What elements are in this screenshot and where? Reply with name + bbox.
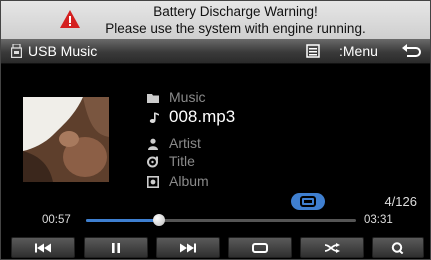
repeat-icon <box>252 242 268 253</box>
next-icon <box>180 243 196 252</box>
album-art <box>23 97 109 182</box>
track-filename: 008.mp3 <box>169 107 236 126</box>
search-icon <box>391 241 404 254</box>
progress-fill <box>86 219 159 222</box>
playback-controls <box>1 235 430 259</box>
folder-icon <box>147 94 159 103</box>
previous-icon <box>35 243 51 252</box>
warning-banner: Battery Discharge Warning! Please use th… <box>1 1 430 39</box>
header-bar: USB Music :Menu <box>1 39 430 64</box>
music-note-icon <box>149 112 159 123</box>
pause-button[interactable] <box>84 237 148 258</box>
current-time: 00:57 <box>42 214 71 226</box>
pause-icon <box>112 242 120 253</box>
next-button[interactable] <box>156 237 220 258</box>
album-icon <box>147 176 159 188</box>
shuffle-button[interactable] <box>300 237 364 258</box>
previous-button[interactable] <box>11 237 75 258</box>
artist-icon <box>148 138 158 150</box>
warning-title: Battery Discharge Warning! <box>153 4 318 19</box>
total-time: 03:31 <box>364 214 393 226</box>
repeat-status-badge <box>291 193 325 210</box>
artist-name: Artist <box>169 135 201 151</box>
warning-message: Please use the system with engine runnin… <box>105 21 366 36</box>
track-position: 4/126 <box>384 194 417 209</box>
album-name: Album <box>169 173 209 189</box>
repeat-button[interactable] <box>228 237 292 258</box>
shuffle-icon <box>324 242 340 253</box>
repeat-icon <box>300 196 316 207</box>
song-title: Title <box>169 153 195 169</box>
title-icon <box>147 156 158 168</box>
back-icon[interactable] <box>400 43 422 59</box>
music-player-screen: Battery Discharge Warning! Please use th… <box>0 0 431 260</box>
list-icon[interactable] <box>301 42 325 60</box>
search-button[interactable] <box>372 237 424 258</box>
menu-button[interactable]: :Menu <box>339 43 378 59</box>
progress-bar[interactable] <box>86 214 356 226</box>
source-label: USB Music <box>28 43 98 59</box>
folder-name: Music <box>169 89 206 105</box>
usb-icon <box>11 44 22 58</box>
progress-handle[interactable] <box>152 214 165 226</box>
